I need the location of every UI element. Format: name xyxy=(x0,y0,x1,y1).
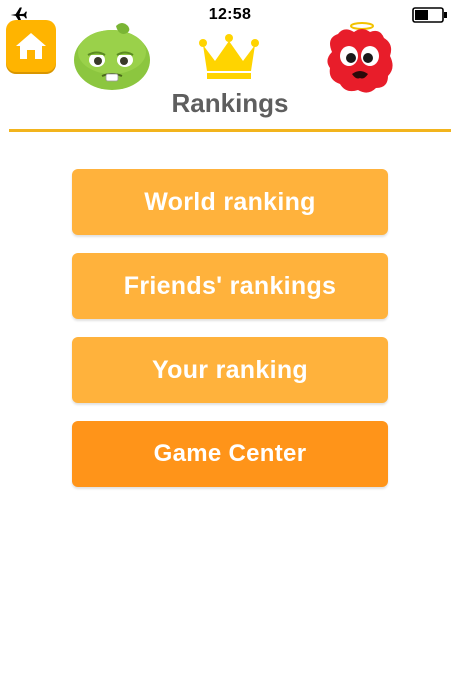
home-icon xyxy=(16,33,46,59)
battery-icon xyxy=(412,7,447,23)
rankings-menu: World ranking Friends' rankings Your ran… xyxy=(72,169,388,505)
page-title: Rankings xyxy=(171,88,289,118)
crown-icon xyxy=(199,34,259,79)
green-monster-mascot xyxy=(74,23,150,90)
red-monster-mascot xyxy=(327,22,393,93)
friends-rankings-button[interactable]: Friends' rankings xyxy=(72,253,388,319)
home-button[interactable] xyxy=(6,20,56,72)
title-divider xyxy=(9,129,451,132)
your-ranking-button[interactable]: Your ranking xyxy=(72,337,388,403)
world-ranking-button[interactable]: World ranking xyxy=(72,169,388,235)
game-center-button[interactable]: Game Center xyxy=(72,421,388,487)
